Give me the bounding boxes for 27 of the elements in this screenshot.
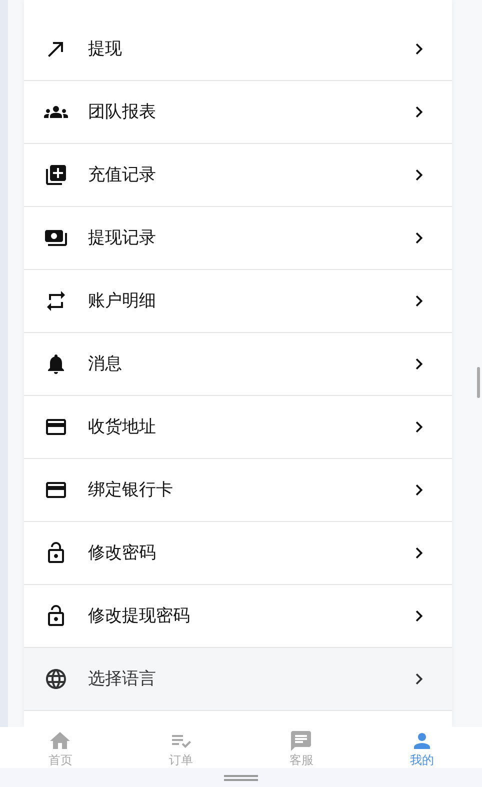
menu-label: 充值记录 [88, 164, 157, 186]
menu-label: 收货地址 [88, 416, 157, 438]
menu-label: 消息 [88, 353, 123, 376]
menu-item[interactable]: 团队报表 [24, 81, 452, 144]
menu-item[interactable]: 修改密码 [24, 522, 452, 585]
menu-label: 提现 [88, 38, 123, 60]
menu-label: 修改提现密码 [88, 605, 191, 628]
menu-item[interactable]: 选择语言 [24, 648, 452, 711]
menu-label: 提现记录 [88, 227, 157, 250]
chat-icon [289, 729, 314, 753]
home-indicator [224, 774, 258, 780]
menu-label: 团队报表 [88, 101, 157, 124]
add-stack-icon [44, 163, 68, 187]
menu-label: 绑定银行卡 [88, 479, 174, 502]
menu-item[interactable]: 消息 [24, 333, 452, 396]
menu-label: 选择语言 [88, 668, 157, 690]
globe-icon [44, 667, 68, 691]
menu-item[interactable]: 充值记录 [24, 144, 452, 207]
menu-item[interactable]: 账户明细 [24, 270, 452, 333]
menu-item[interactable]: 绑定银行卡 [24, 459, 452, 522]
menu-item[interactable]: 提现 [24, 18, 452, 81]
menu-item[interactable]: 收货地址 [24, 396, 452, 459]
scroll-handle[interactable] [477, 367, 480, 398]
menu-label: 账户明细 [88, 290, 157, 312]
menu-label: 修改密码 [88, 542, 157, 564]
menu-item[interactable]: 修改提现密码 [24, 585, 452, 648]
menu-item[interactable]: 提现记录 [24, 207, 452, 270]
